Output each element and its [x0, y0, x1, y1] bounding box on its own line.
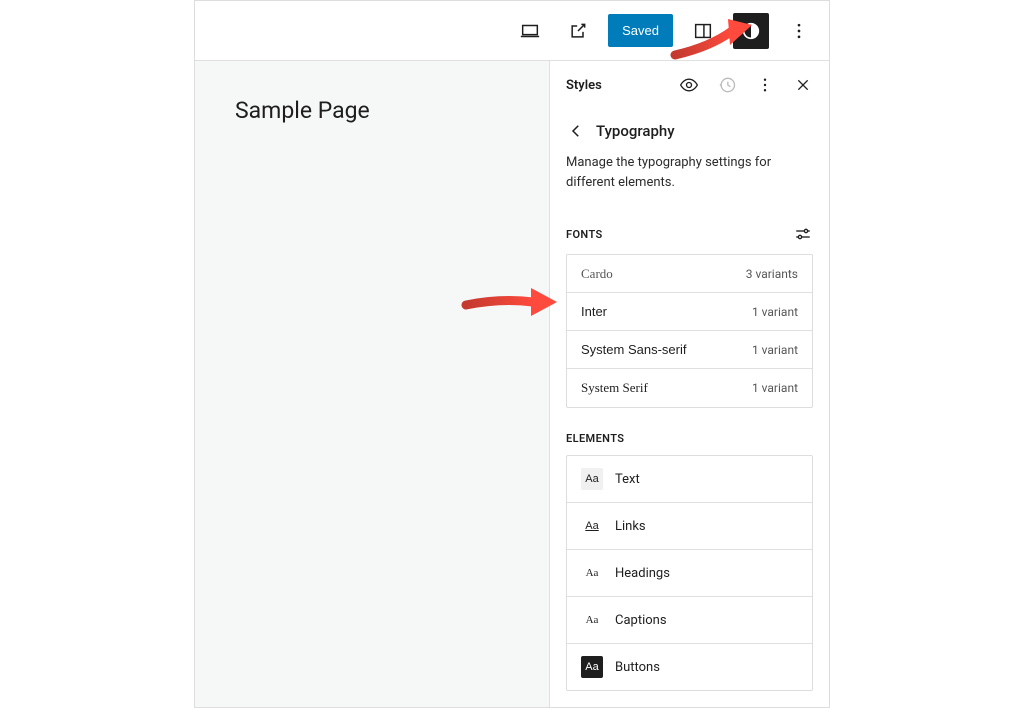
sliders-icon: [794, 225, 812, 243]
font-name: Cardo: [581, 266, 613, 282]
elements-section-header: Elements: [550, 414, 829, 455]
font-row[interactable]: Cardo 3 variants: [567, 255, 812, 293]
element-row[interactable]: Aa Captions: [567, 597, 812, 644]
aa-badge-icon: Aa: [581, 656, 603, 678]
laptop-icon: [519, 20, 541, 42]
element-label: Buttons: [615, 660, 660, 675]
font-variants: 1 variant: [752, 343, 798, 357]
sidebar-options-button[interactable]: [755, 75, 775, 95]
fonts-section-header: Fonts: [550, 206, 829, 254]
save-button[interactable]: Saved: [608, 14, 673, 47]
font-name: Inter: [581, 304, 607, 319]
font-variants: 1 variant: [752, 305, 798, 319]
main-area: Sample Page Styles: [195, 61, 829, 707]
subnav-title: Typography: [596, 122, 675, 140]
font-list: Cardo3 variantsInter1 variantSystem Sans…: [566, 254, 813, 408]
element-label: Headings: [615, 566, 670, 581]
aa-badge-icon: Aa: [581, 562, 603, 584]
sidebar-title: Styles: [566, 78, 602, 93]
back-button[interactable]: [566, 121, 586, 141]
styles-icon: [740, 20, 762, 42]
manage-fonts-button[interactable]: [793, 224, 813, 244]
editor-canvas[interactable]: Sample Page: [195, 61, 549, 707]
element-row[interactable]: Aa Links: [567, 503, 812, 550]
fonts-label: Fonts: [566, 228, 603, 241]
aa-badge-icon: Aa: [581, 609, 603, 631]
font-name: System Sans-serif: [581, 342, 686, 357]
typography-nav[interactable]: Typography: [550, 109, 829, 153]
page-title: Sample Page: [195, 61, 549, 160]
settings-sidebar-toggle[interactable]: [685, 13, 721, 49]
view-desktop-button[interactable]: [512, 13, 548, 49]
element-row[interactable]: Aa Headings: [567, 550, 812, 597]
font-row[interactable]: System Serif 1 variant: [567, 369, 812, 407]
font-name: System Serif: [581, 380, 648, 396]
eye-icon: [679, 75, 699, 95]
element-label: Links: [615, 519, 646, 534]
element-row[interactable]: Aa Text: [567, 456, 812, 503]
close-sidebar-button[interactable]: [793, 75, 813, 95]
sidebar-header: Styles: [550, 61, 829, 109]
external-link-icon: [568, 21, 588, 41]
editor-app: Saved Sample Page Styles: [194, 0, 830, 708]
font-row[interactable]: System Sans-serif 1 variant: [567, 331, 812, 369]
chevron-left-icon: [567, 122, 585, 140]
font-row[interactable]: Inter 1 variant: [567, 293, 812, 331]
top-toolbar: Saved: [195, 1, 829, 61]
styles-sidebar: Styles: [549, 61, 829, 707]
font-variants: 3 variants: [746, 267, 798, 281]
close-icon: [795, 77, 811, 93]
element-list: Aa Text Aa Links Aa Headings Aa Captions Aa Butto…: [566, 455, 813, 691]
style-book-button[interactable]: [679, 75, 699, 95]
options-menu-button[interactable]: [781, 13, 817, 49]
view-page-button[interactable]: [560, 13, 596, 49]
elements-label: Elements: [566, 432, 624, 445]
font-variants: 1 variant: [752, 381, 798, 395]
kebab-icon: [789, 21, 809, 41]
aa-badge-icon: Aa: [581, 515, 603, 537]
typography-description: Manage the typography settings for diffe…: [550, 153, 829, 206]
revisions-button[interactable]: [717, 75, 737, 95]
element-row[interactable]: Aa Buttons: [567, 644, 812, 690]
aa-badge-icon: Aa: [581, 468, 603, 490]
element-label: Captions: [615, 613, 667, 628]
sidebar-icon: [692, 20, 714, 42]
history-icon: [717, 75, 737, 95]
element-label: Text: [615, 472, 640, 487]
kebab-icon: [756, 76, 774, 94]
styles-toggle-button[interactable]: [733, 13, 769, 49]
